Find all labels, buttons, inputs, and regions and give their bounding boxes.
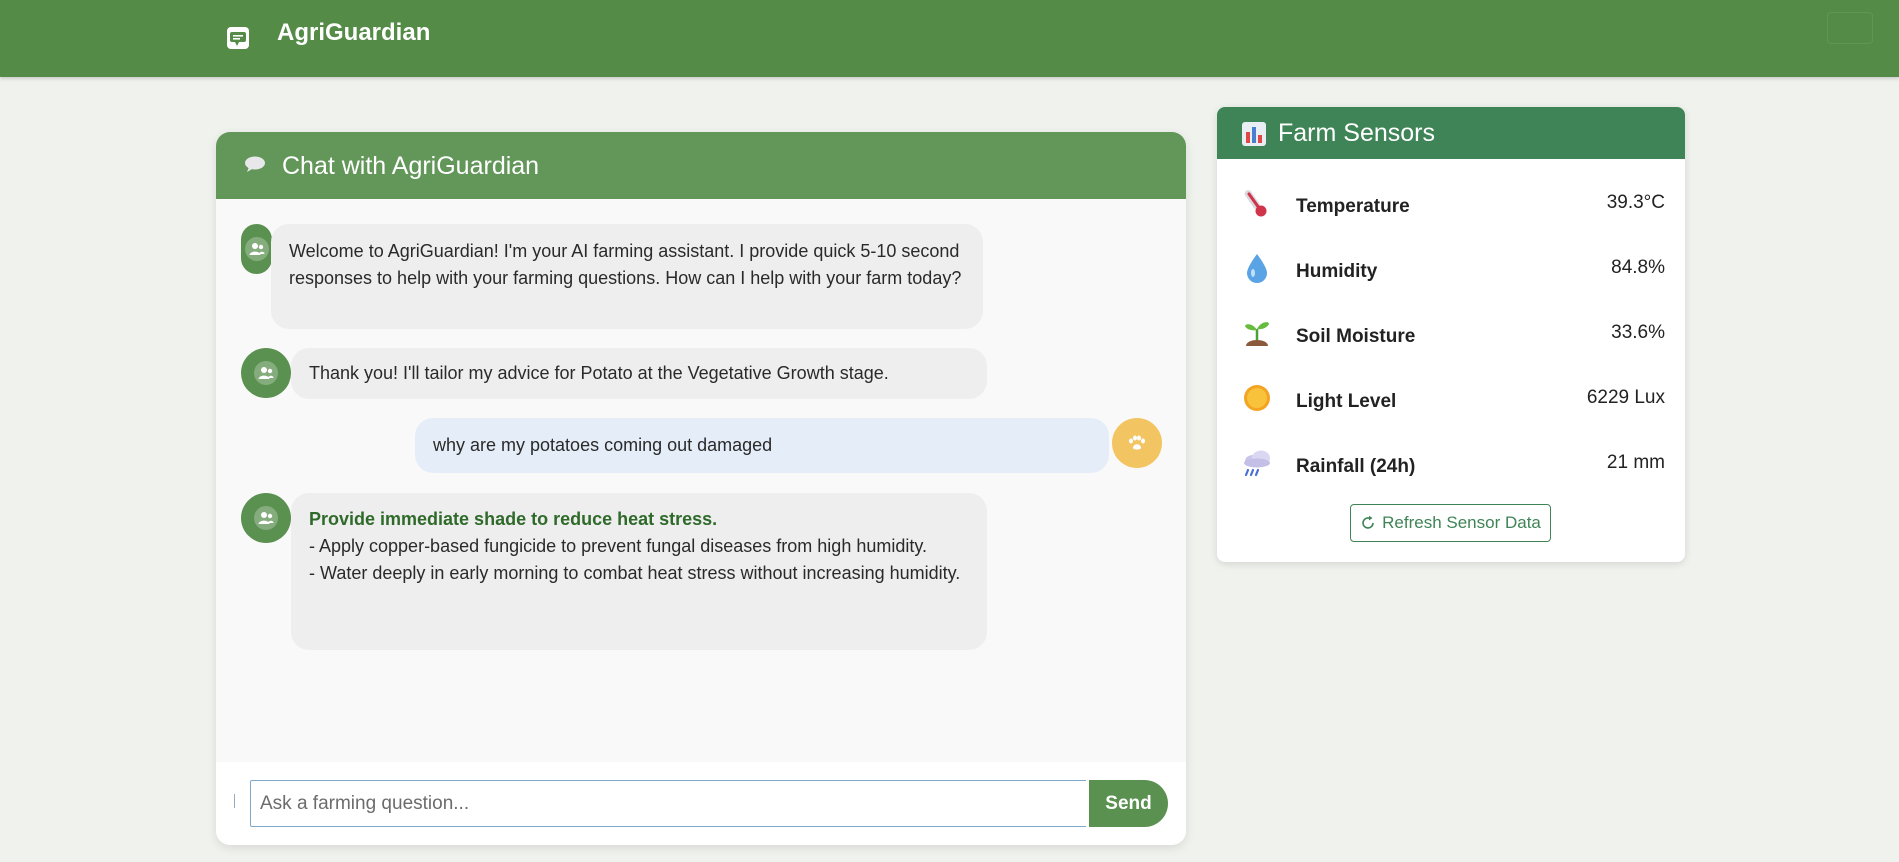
input-divider bbox=[234, 794, 235, 808]
sensors-header: Farm Sensors bbox=[1217, 107, 1685, 159]
sun-icon bbox=[1241, 382, 1273, 414]
top-navbar: AgriGuardian bbox=[0, 0, 1899, 77]
send-button[interactable]: Send bbox=[1089, 780, 1168, 827]
advice-line: - Apply copper-based fungicide to preven… bbox=[309, 536, 928, 556]
sensor-label: Rainfall (24h) bbox=[1296, 456, 1416, 477]
refresh-icon bbox=[1362, 515, 1374, 529]
sensor-label: Light Level bbox=[1296, 391, 1397, 412]
assistant-avatar bbox=[241, 348, 291, 398]
sensors-title: Farm Sensors bbox=[1278, 119, 1435, 147]
sensor-value: 21 mm bbox=[1606, 452, 1665, 473]
chat-icon bbox=[227, 27, 249, 49]
sensor-value: 6229 Lux bbox=[1586, 387, 1665, 408]
sensor-row-rainfall: Rainfall (24h) 21 mm bbox=[1217, 445, 1685, 485]
assistant-message: Provide immediate shade to reduce heat s… bbox=[291, 493, 987, 650]
sensor-row-light-level: Light Level 6229 Lux bbox=[1217, 380, 1685, 420]
droplet-icon bbox=[1241, 252, 1273, 284]
message-text: Welcome to AgriGuardian! I'm your AI far… bbox=[289, 241, 962, 288]
message-text: Thank you! I'll tailor my advice for Pot… bbox=[309, 363, 889, 383]
farm-sensors-panel: Farm Sensors Temperature 39.3°C Humidity… bbox=[1217, 107, 1685, 562]
thermometer-icon bbox=[1241, 187, 1273, 219]
users-icon bbox=[254, 506, 278, 530]
sensor-row-soil-moisture: Soil Moisture 33.6% bbox=[1217, 315, 1685, 355]
users-icon bbox=[254, 361, 278, 385]
refresh-sensor-data-button[interactable]: Refresh Sensor Data bbox=[1350, 504, 1551, 542]
users-icon bbox=[244, 237, 269, 261]
sensor-row-temperature: Temperature 39.3°C bbox=[1217, 185, 1685, 225]
chat-input[interactable] bbox=[250, 780, 1086, 827]
seedling-icon bbox=[1241, 317, 1273, 349]
rain-cloud-icon bbox=[1241, 447, 1273, 479]
user-avatar bbox=[1112, 418, 1162, 468]
sensor-row-humidity: Humidity 84.8% bbox=[1217, 250, 1685, 290]
chat-header: Chat with AgriGuardian bbox=[216, 132, 1186, 199]
sensor-label: Temperature bbox=[1296, 196, 1410, 217]
user-message: why are my potatoes coming out damaged bbox=[415, 418, 1109, 473]
assistant-message: Thank you! I'll tailor my advice for Pot… bbox=[291, 348, 987, 399]
paw-icon bbox=[1129, 435, 1145, 450]
chat-input-area: Send bbox=[216, 762, 1186, 845]
bar-chart-icon bbox=[1242, 122, 1266, 146]
assistant-avatar bbox=[241, 224, 272, 274]
chat-panel: Chat with AgriGuardian Welcome to AgriGu… bbox=[216, 132, 1186, 845]
sensor-label: Humidity bbox=[1296, 261, 1378, 282]
assistant-message: Welcome to AgriGuardian! I'm your AI far… bbox=[271, 224, 983, 329]
refresh-label: Refresh Sensor Data bbox=[1382, 513, 1541, 532]
sensor-value: 84.8% bbox=[1611, 257, 1665, 278]
advice-line: - Water deeply in early morning to comba… bbox=[309, 563, 961, 583]
advice-heading: Provide immediate shade to reduce heat s… bbox=[309, 509, 718, 529]
chat-title: Chat with AgriGuardian bbox=[282, 152, 540, 180]
sensor-value: 39.3°C bbox=[1606, 192, 1665, 213]
sensor-label: Soil Moisture bbox=[1296, 326, 1416, 347]
message-text: why are my potatoes coming out damaged bbox=[433, 435, 773, 455]
menu-toggle-button[interactable] bbox=[1827, 12, 1873, 44]
sensor-value: 33.6% bbox=[1611, 322, 1665, 343]
brand-name[interactable]: AgriGuardian bbox=[277, 18, 430, 48]
assistant-avatar bbox=[241, 493, 291, 543]
speech-bubble-icon bbox=[245, 156, 265, 172]
